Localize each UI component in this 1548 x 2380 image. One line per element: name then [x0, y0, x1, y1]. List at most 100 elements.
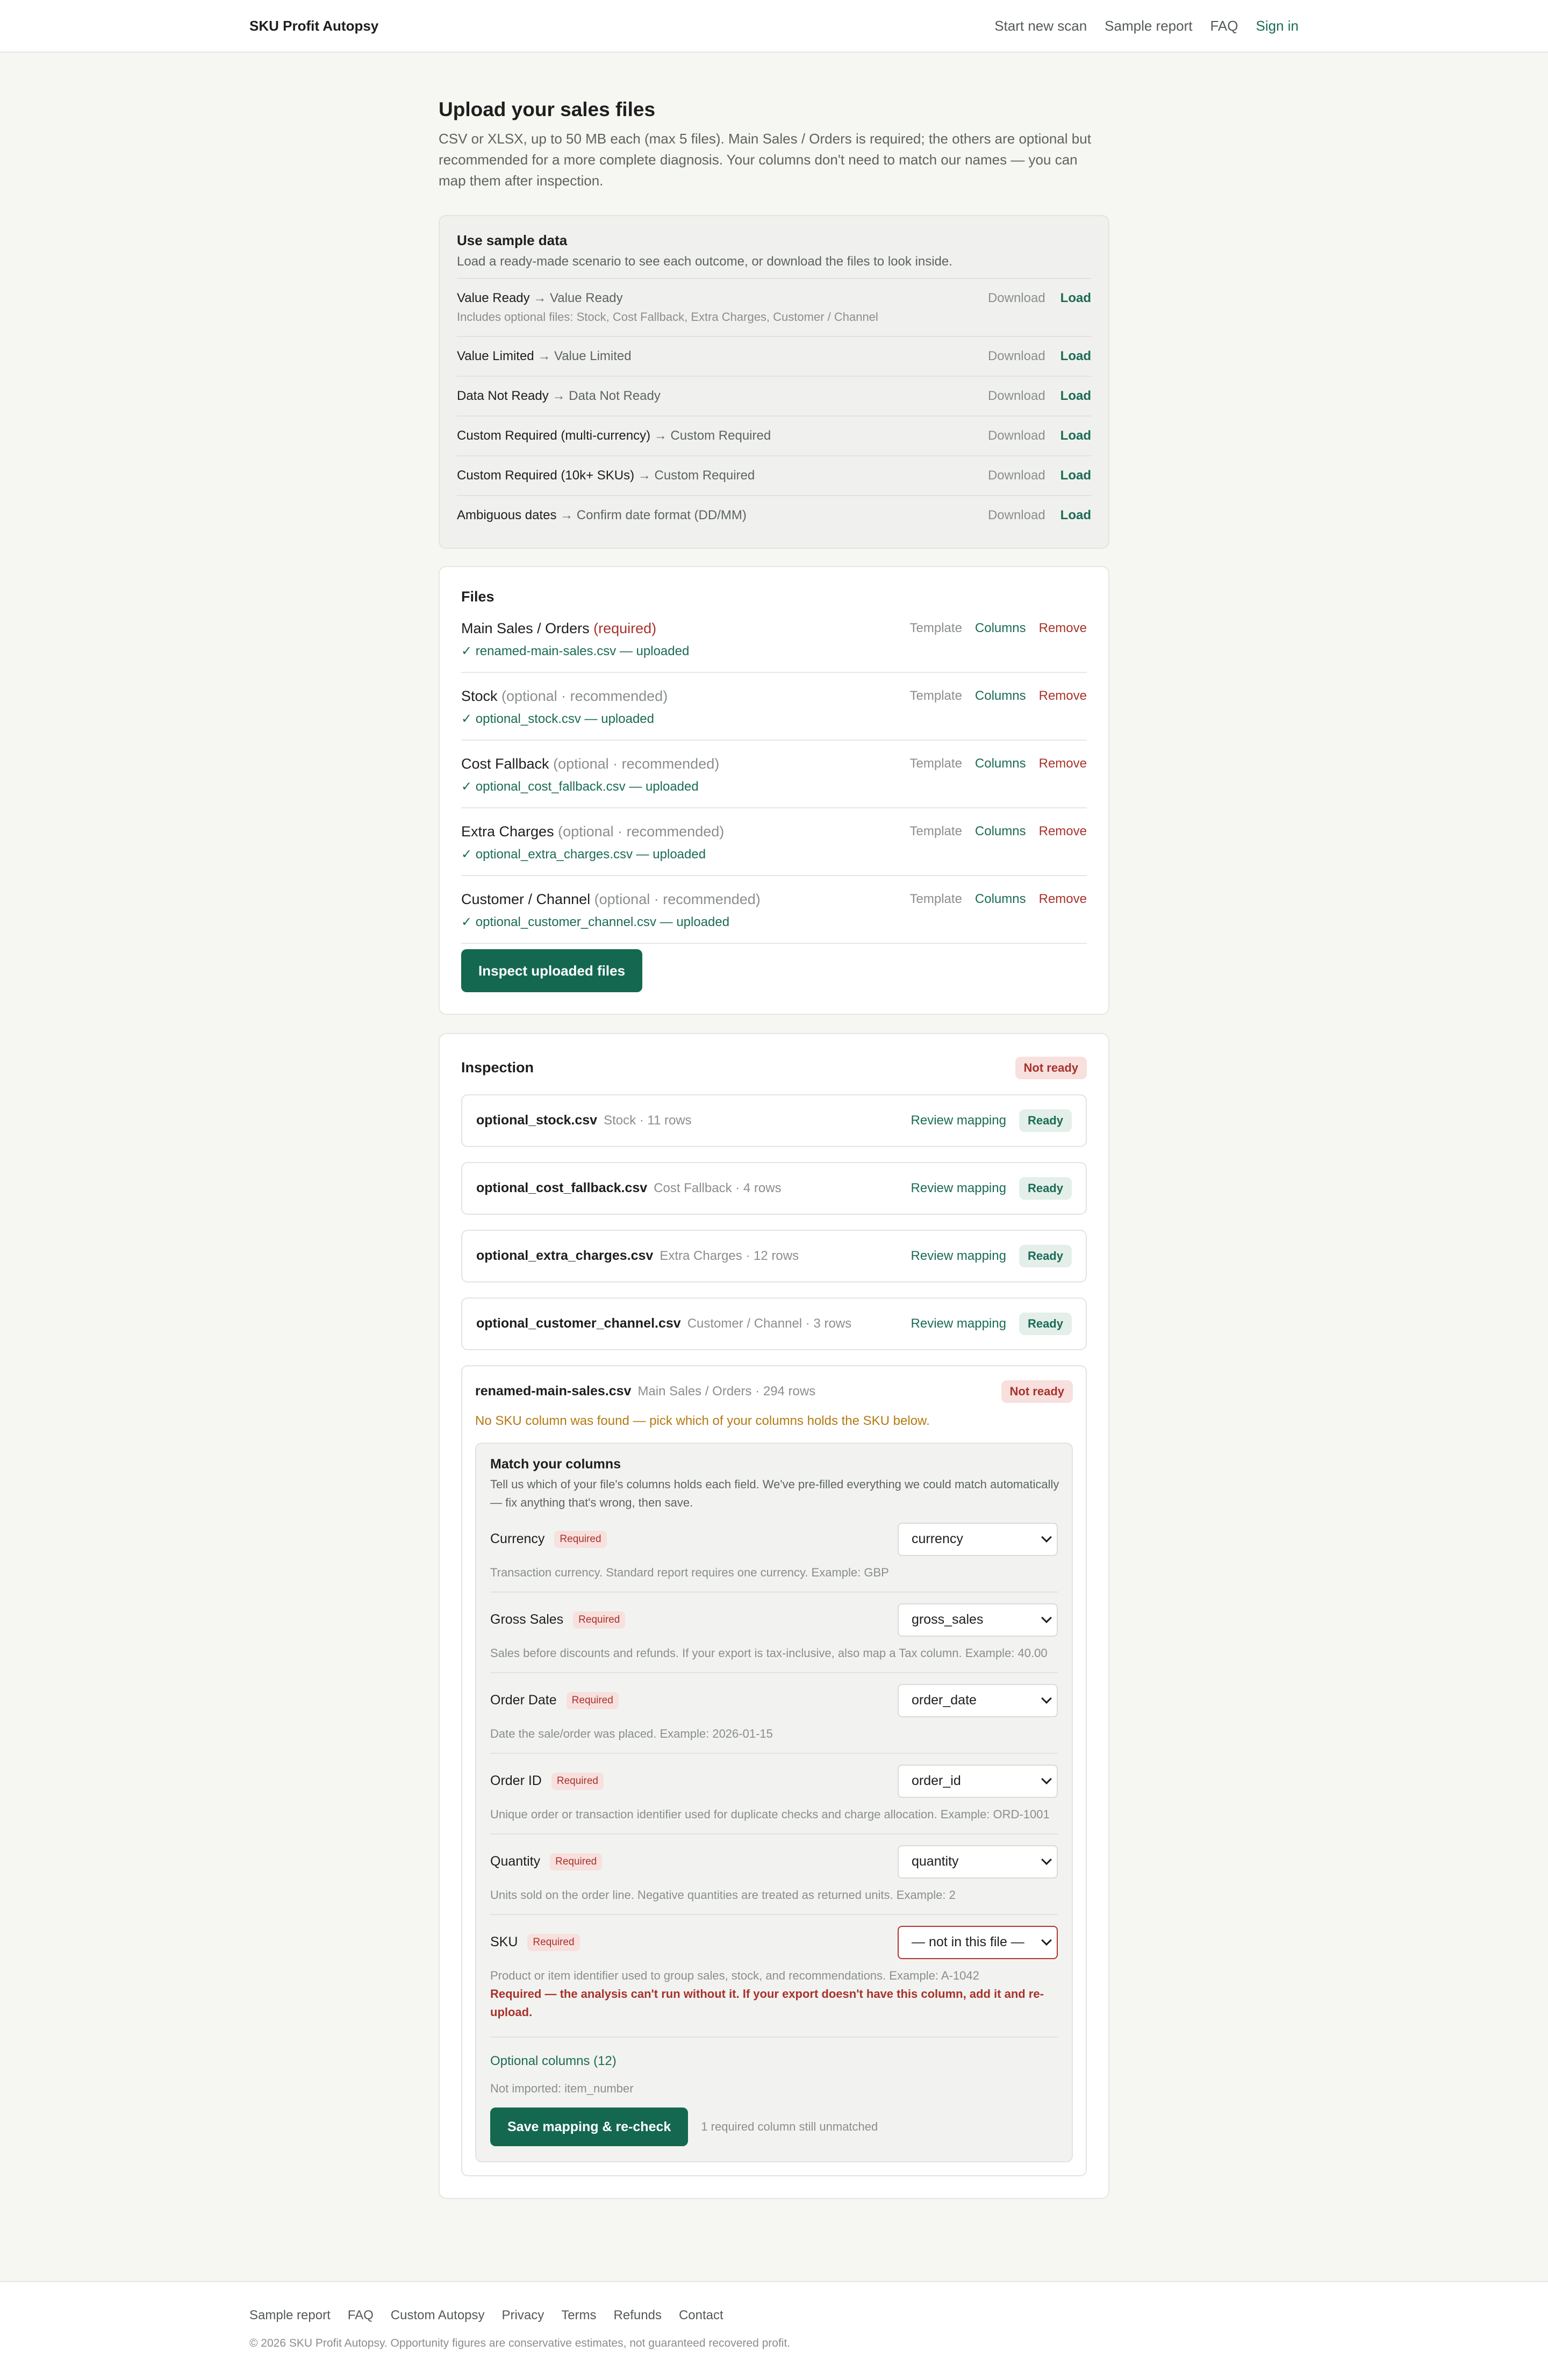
- brand-logo[interactable]: SKU Profit Autopsy: [249, 18, 378, 34]
- sku-column-select[interactable]: — not in this file —: [898, 1925, 1058, 1959]
- file-row-stock: Stock (optional · recommended) Template …: [461, 673, 1087, 741]
- review-mapping-link[interactable]: Review mapping: [911, 1316, 1006, 1331]
- sample-download-link[interactable]: Download: [988, 347, 1045, 366]
- inspection-file-meta: Main Sales / Orders · 294 rows: [637, 1384, 816, 1399]
- files-card: Files Main Sales / Orders (required) Tem…: [439, 565, 1109, 1015]
- footer-link-contact[interactable]: Contact: [679, 2308, 723, 2323]
- file-row-main-sales: Main Sales / Orders (required) Template …: [461, 605, 1087, 673]
- inspection-file-meta: Customer / Channel · 3 rows: [687, 1316, 852, 1331]
- remove-link[interactable]: Remove: [1039, 621, 1087, 636]
- select-value: gross_sales: [912, 1612, 984, 1628]
- nav-links: Start new scan Sample report FAQ Sign in: [994, 18, 1299, 34]
- chevron-down-icon: [1041, 1693, 1052, 1704]
- sample-outcome: → Value Limited: [538, 348, 632, 363]
- sample-list: Value Ready → Value Ready Includes optio…: [457, 277, 1091, 535]
- footer-note: © 2026 SKU Profit Autopsy. Opportunity f…: [249, 2337, 791, 2349]
- columns-link[interactable]: Columns: [975, 892, 1026, 907]
- inspection-status-badge: Not ready: [1015, 1056, 1087, 1079]
- order-date-column-select[interactable]: order_date: [898, 1683, 1058, 1717]
- field-order-date: Order Date Required order_date Date the s…: [490, 1673, 1058, 1754]
- footer-link-sample-report[interactable]: Sample report: [249, 2308, 331, 2323]
- sign-in-link[interactable]: Sign in: [1256, 18, 1299, 34]
- review-mapping-link[interactable]: Review mapping: [911, 1113, 1006, 1128]
- columns-link[interactable]: Columns: [975, 689, 1026, 704]
- optional-columns-toggle[interactable]: Optional columns (12): [490, 2054, 1058, 2069]
- ready-badge: Ready: [1019, 1312, 1072, 1335]
- nav-link-faq[interactable]: FAQ: [1210, 18, 1238, 34]
- inspection-file-name: optional_stock.csv: [476, 1113, 598, 1128]
- sample-row: Data Not Ready → Data Not Ready Download…: [457, 375, 1091, 415]
- required-badge: Required: [527, 1933, 580, 1951]
- sample-download-link[interactable]: Download: [988, 466, 1045, 485]
- sample-row: Custom Required (multi-currency) → Custo…: [457, 415, 1091, 455]
- field-label: Gross Sales: [490, 1612, 564, 1628]
- select-value: quantity: [912, 1854, 959, 1869]
- sample-load-link[interactable]: Load: [1060, 386, 1091, 406]
- save-mapping-button[interactable]: Save mapping & re-check: [490, 2107, 689, 2146]
- file-name: Extra Charges: [461, 823, 554, 840]
- inspect-files-button[interactable]: Inspect uploaded files: [461, 949, 643, 992]
- sample-row: Ambiguous dates → Confirm date format (D…: [457, 494, 1091, 535]
- footer-link-terms[interactable]: Terms: [561, 2308, 596, 2323]
- required-badge: Required: [554, 1530, 607, 1548]
- sample-load-link[interactable]: Load: [1060, 426, 1091, 446]
- inspection-file-meta: Cost Fallback · 4 rows: [654, 1181, 782, 1196]
- template-link[interactable]: Template: [910, 621, 962, 636]
- sample-load-link[interactable]: Load: [1060, 506, 1091, 525]
- inspection-file-name: renamed-main-sales.csv: [475, 1383, 632, 1399]
- sample-load-link[interactable]: Load: [1060, 289, 1091, 308]
- sample-load-link[interactable]: Load: [1060, 347, 1091, 366]
- sample-load-link[interactable]: Load: [1060, 466, 1091, 485]
- remove-link[interactable]: Remove: [1039, 689, 1087, 704]
- sample-includes: Includes optional files: Stock, Cost Fal…: [457, 310, 878, 324]
- sample-outcome: → Custom Required: [654, 428, 771, 443]
- footer-link-faq[interactable]: FAQ: [348, 2308, 374, 2323]
- chevron-down-icon: [1041, 1854, 1052, 1865]
- inspection-item: optional_extra_charges.csv Extra Charges …: [461, 1229, 1087, 1282]
- template-link[interactable]: Template: [910, 689, 962, 704]
- gross-sales-column-select[interactable]: gross_sales: [898, 1603, 1058, 1637]
- field-help: Unique order or transaction identifier u…: [490, 1807, 1050, 1821]
- top-nav: SKU Profit Autopsy Start new scan Sample…: [0, 0, 1548, 53]
- page-intro: CSV or XLSX, up to 50 MB each (max 5 fil…: [439, 130, 1091, 189]
- review-mapping-link[interactable]: Review mapping: [911, 1249, 1006, 1264]
- field-gross-sales: Gross Sales Required gross_sales Sales be…: [490, 1593, 1058, 1673]
- chevron-down-icon: [1041, 1531, 1052, 1543]
- quantity-column-select[interactable]: quantity: [898, 1845, 1058, 1879]
- inspection-item: optional_stock.csv Stock · 11 rows Review…: [461, 1094, 1087, 1147]
- columns-link[interactable]: Columns: [975, 621, 1026, 636]
- footer-link-refunds[interactable]: Refunds: [614, 2308, 662, 2323]
- columns-link[interactable]: Columns: [975, 756, 1026, 771]
- template-link[interactable]: Template: [910, 824, 962, 839]
- field-label: Quantity: [490, 1854, 541, 1869]
- sample-row: Value Limited → Value Limited Download L…: [457, 335, 1091, 376]
- file-name: Customer / Channel: [461, 891, 591, 907]
- footer: Sample report FAQ Custom Autopsy Privacy…: [0, 2281, 1548, 2380]
- nav-link-sample-report[interactable]: Sample report: [1105, 18, 1192, 34]
- sample-download-link[interactable]: Download: [988, 386, 1045, 406]
- nav-link-start-new-scan[interactable]: Start new scan: [994, 18, 1087, 34]
- field-help: Product or item identifier used to group…: [490, 1968, 979, 1982]
- sample-data-card: Use sample data Load a ready-made scenar…: [439, 214, 1109, 549]
- remove-link[interactable]: Remove: [1039, 756, 1087, 771]
- file-optional-tag: (optional · recommended): [594, 891, 761, 907]
- template-link[interactable]: Template: [910, 756, 962, 771]
- required-badge: Required: [566, 1691, 619, 1709]
- order-id-column-select[interactable]: order_id: [898, 1764, 1058, 1798]
- sample-outcome: → Data Not Ready: [552, 388, 661, 403]
- footer-link-privacy[interactable]: Privacy: [502, 2308, 544, 2323]
- remove-link[interactable]: Remove: [1039, 892, 1087, 907]
- columns-link[interactable]: Columns: [975, 824, 1026, 839]
- field-help: Sales before discounts and refunds. If y…: [490, 1646, 1048, 1660]
- remove-link[interactable]: Remove: [1039, 824, 1087, 839]
- field-help: Transaction currency. Standard report re…: [490, 1565, 889, 1579]
- inspection-card: Inspection Not ready optional_stock.csv S…: [439, 1033, 1109, 2199]
- sample-download-link[interactable]: Download: [988, 506, 1045, 525]
- sample-download-link[interactable]: Download: [988, 289, 1045, 308]
- inspection-file-name: optional_extra_charges.csv: [476, 1248, 654, 1264]
- sample-download-link[interactable]: Download: [988, 426, 1045, 446]
- footer-link-custom-autopsy[interactable]: Custom Autopsy: [391, 2308, 485, 2323]
- template-link[interactable]: Template: [910, 892, 962, 907]
- review-mapping-link[interactable]: Review mapping: [911, 1181, 1006, 1196]
- currency-column-select[interactable]: currency: [898, 1522, 1058, 1556]
